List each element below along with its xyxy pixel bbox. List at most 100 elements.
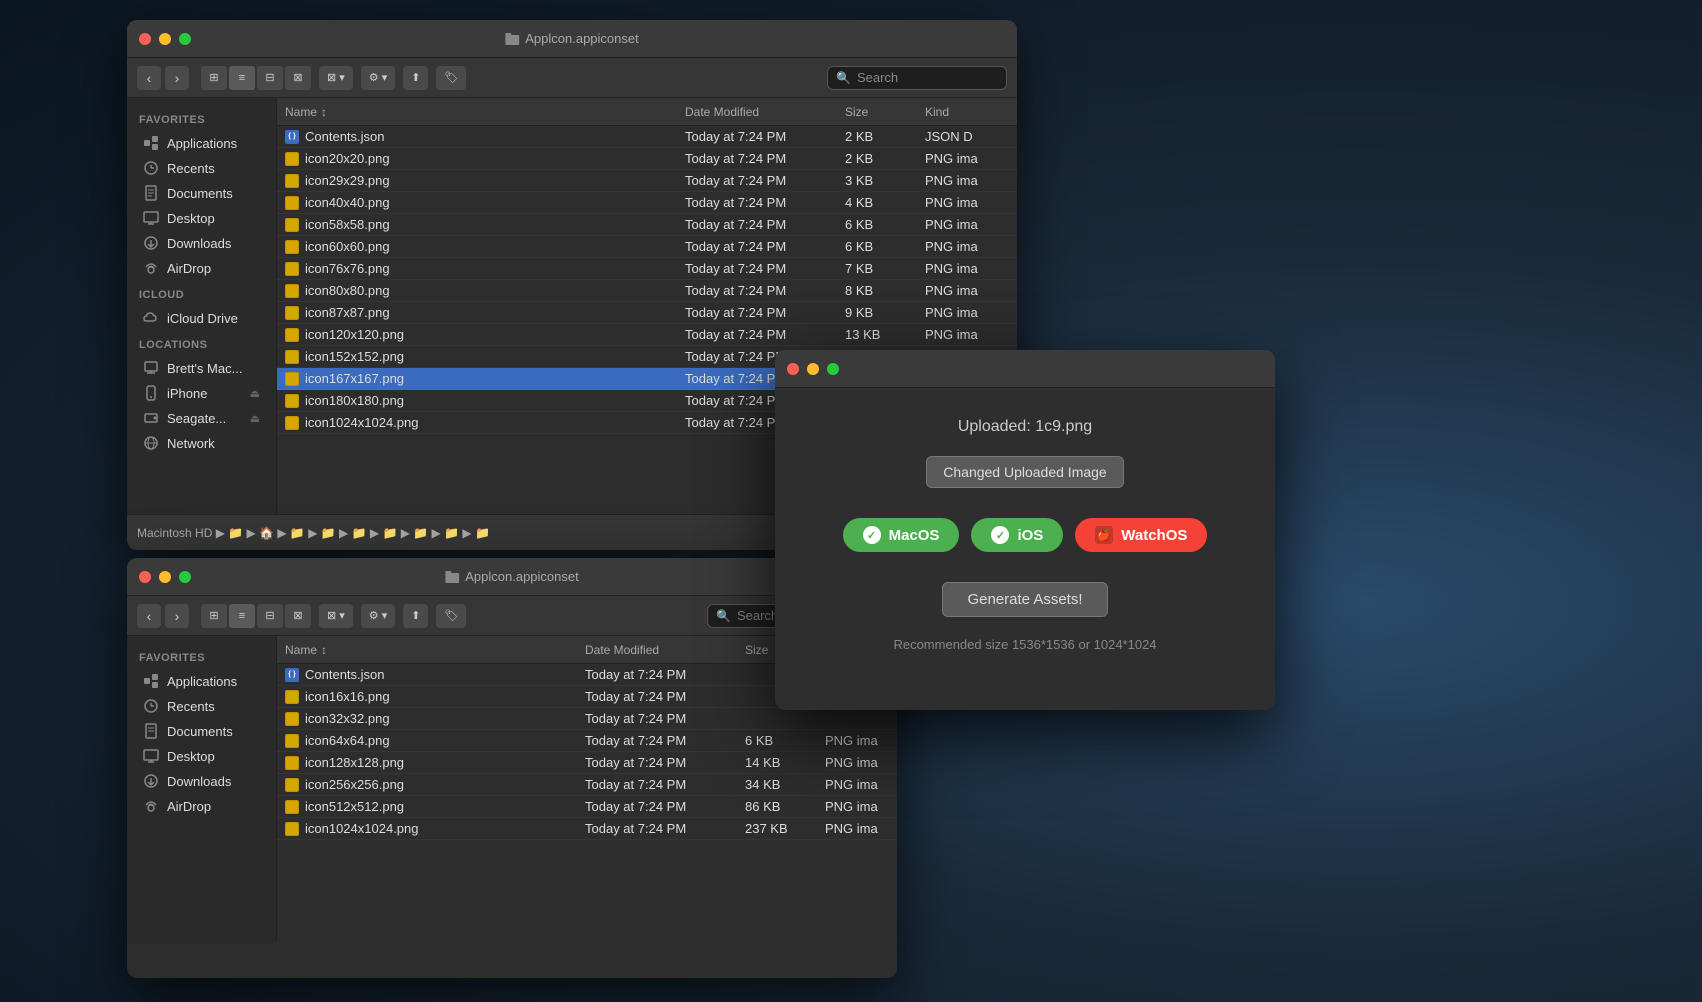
sidebar-item-airdrop-top[interactable]: AirDrop bbox=[131, 256, 272, 280]
sidebar-item-documents-bottom[interactable]: Documents bbox=[131, 719, 272, 743]
minimize-button-top[interactable] bbox=[159, 33, 171, 45]
view-list-bottom[interactable]: ≡ bbox=[229, 604, 255, 628]
traffic-lights-bottom[interactable] bbox=[139, 571, 191, 583]
table-row[interactable]: icon87x87.png Today at 7:24 PM 9 KB PNG … bbox=[277, 302, 1017, 324]
col-modified-bottom[interactable]: Date Modified bbox=[577, 636, 737, 663]
close-button-bottom[interactable] bbox=[139, 571, 151, 583]
table-row[interactable]: icon20x20.png Today at 7:24 PM 2 KB PNG … bbox=[277, 148, 1017, 170]
table-row[interactable]: icon40x40.png Today at 7:24 PM 4 KB PNG … bbox=[277, 192, 1017, 214]
col-name-bottom[interactable]: Name ↕ bbox=[277, 636, 577, 663]
file-modified-cell: Today at 7:24 PM bbox=[677, 283, 837, 298]
minimize-button-app[interactable] bbox=[807, 363, 819, 375]
view-buttons-top[interactable]: ⊞ ≡ ⊟ ⊠ bbox=[201, 66, 311, 90]
sidebar-item-network-top[interactable]: Network bbox=[131, 431, 272, 455]
eject-icon-seagate-top[interactable]: ⏏ bbox=[250, 412, 260, 425]
file-kind-cell: PNG ima bbox=[917, 195, 1017, 210]
table-row[interactable]: icon1024x1024.png Today at 7:24 PM 237 K… bbox=[277, 818, 897, 840]
sidebar-item-bretsmac-top[interactable]: Brett's Mac... bbox=[131, 356, 272, 380]
table-row[interactable]: icon76x76.png Today at 7:24 PM 7 KB PNG … bbox=[277, 258, 1017, 280]
sidebar-item-desktop-bottom[interactable]: Desktop bbox=[131, 744, 272, 768]
maximize-button-bottom[interactable] bbox=[179, 571, 191, 583]
view-list-top[interactable]: ≡ bbox=[229, 66, 255, 90]
generate-assets-button[interactable]: Generate Assets! bbox=[942, 582, 1107, 617]
nav-buttons-bottom[interactable]: ‹ › bbox=[137, 604, 189, 628]
view-icon-bottom[interactable]: ⊞ bbox=[201, 604, 227, 628]
view-buttons-bottom[interactable]: ⊞ ≡ ⊟ ⊠ bbox=[201, 604, 311, 628]
table-row[interactable]: icon120x120.png Today at 7:24 PM 13 KB P… bbox=[277, 324, 1017, 346]
tag-button-top[interactable]: 🏷 bbox=[436, 66, 466, 90]
ios-label: iOS bbox=[1017, 527, 1043, 544]
gear-button-bottom[interactable]: ⚙ ▾ bbox=[361, 604, 395, 628]
traffic-lights-top[interactable] bbox=[139, 33, 191, 45]
col-name-top[interactable]: Name ↕ bbox=[277, 98, 677, 125]
view-gallery-top[interactable]: ⊠ bbox=[285, 66, 311, 90]
sidebar-item-documents-top[interactable]: Documents bbox=[131, 181, 272, 205]
table-row[interactable]: icon58x58.png Today at 7:24 PM 6 KB PNG … bbox=[277, 214, 1017, 236]
back-button-bottom[interactable]: ‹ bbox=[137, 604, 161, 628]
view-column-top[interactable]: ⊟ bbox=[257, 66, 283, 90]
sidebar-item-downloads-bottom[interactable]: Downloads bbox=[131, 769, 272, 793]
eject-icon-iphone-top[interactable]: ⏏ bbox=[250, 387, 260, 400]
table-row[interactable]: icon512x512.png Today at 7:24 PM 86 KB P… bbox=[277, 796, 897, 818]
file-kind-cell: PNG ima bbox=[817, 733, 897, 748]
sidebar-item-applications-top[interactable]: Applications bbox=[131, 131, 272, 155]
png-icon bbox=[285, 394, 299, 408]
minimize-button-bottom[interactable] bbox=[159, 571, 171, 583]
table-row[interactable]: icon32x32.png Today at 7:24 PM bbox=[277, 708, 897, 730]
back-button-top[interactable]: ‹ bbox=[137, 66, 161, 90]
watchos-label: WatchOS bbox=[1121, 527, 1187, 544]
table-row[interactable]: icon64x64.png Today at 7:24 PM 6 KB PNG … bbox=[277, 730, 897, 752]
change-image-button[interactable]: Changed Uploaded Image bbox=[926, 456, 1123, 488]
forward-button-bottom[interactable]: › bbox=[165, 604, 189, 628]
forward-button-top[interactable]: › bbox=[165, 66, 189, 90]
nav-buttons-top[interactable]: ‹ › bbox=[137, 66, 189, 90]
table-row[interactable]: icon256x256.png Today at 7:24 PM 34 KB P… bbox=[277, 774, 897, 796]
search-bar-top[interactable]: 🔍 Search bbox=[827, 66, 1007, 90]
maximize-button-app[interactable] bbox=[827, 363, 839, 375]
gear-button-top[interactable]: ⚙ ▾ bbox=[361, 66, 395, 90]
close-button-app[interactable] bbox=[787, 363, 799, 375]
documents-icon-bottom bbox=[143, 723, 159, 739]
share-button-top[interactable]: ⬆ bbox=[403, 66, 428, 90]
search-icon-bottom: 🔍 bbox=[716, 609, 731, 623]
file-modified-cell: Today at 7:24 PM bbox=[677, 217, 837, 232]
col-modified-top[interactable]: Date Modified bbox=[677, 98, 837, 125]
file-kind-cell: PNG ima bbox=[917, 151, 1017, 166]
view-options-bottom[interactable]: ⊠ ▾ bbox=[319, 604, 353, 628]
sidebar-item-desktop-top[interactable]: Desktop bbox=[131, 206, 272, 230]
ios-button[interactable]: ✓ iOS bbox=[971, 518, 1063, 552]
tag-button-bottom[interactable]: 🏷 bbox=[436, 604, 466, 628]
view-options-top[interactable]: ⊠ ▾ bbox=[319, 66, 353, 90]
file-kind-cell: PNG ima bbox=[917, 327, 1017, 342]
sidebar-item-applications-bottom[interactable]: Applications bbox=[131, 669, 272, 693]
sidebar-item-iphone-top[interactable]: iPhone ⏏ bbox=[131, 381, 272, 405]
sidebar-item-downloads-top[interactable]: Downloads bbox=[131, 231, 272, 255]
view-gallery-bottom[interactable]: ⊠ bbox=[285, 604, 311, 628]
share-button-bottom[interactable]: ⬆ bbox=[403, 604, 428, 628]
view-column-bottom[interactable]: ⊟ bbox=[257, 604, 283, 628]
app-control-window[interactable]: Uploaded: 1c9.png Changed Uploaded Image… bbox=[775, 350, 1275, 710]
view-icon-top[interactable]: ⊞ bbox=[201, 66, 227, 90]
sidebar-item-recents-top[interactable]: Recents bbox=[131, 156, 272, 180]
documents-icon-top bbox=[143, 185, 159, 201]
col-kind-top[interactable]: Kind bbox=[917, 98, 1017, 125]
sidebar-item-airdrop-bottom[interactable]: AirDrop bbox=[131, 794, 272, 818]
macos-button[interactable]: ✓ MacOS bbox=[843, 518, 960, 552]
sidebar-item-recents-bottom[interactable]: Recents bbox=[131, 694, 272, 718]
table-row[interactable]: icon60x60.png Today at 7:24 PM 6 KB PNG … bbox=[277, 236, 1017, 258]
table-row[interactable]: icon29x29.png Today at 7:24 PM 3 KB PNG … bbox=[277, 170, 1017, 192]
watchos-button[interactable]: 🍎 WatchOS bbox=[1075, 518, 1207, 552]
file-name-cell: icon512x512.png bbox=[277, 799, 577, 814]
sidebar-item-seagate-top[interactable]: Seagate... ⏏ bbox=[131, 406, 272, 430]
traffic-lights-app[interactable] bbox=[787, 363, 839, 375]
table-row[interactable]: icon80x80.png Today at 7:24 PM 8 KB PNG … bbox=[277, 280, 1017, 302]
ios-check-icon: ✓ bbox=[991, 526, 1009, 544]
col-size-top[interactable]: Size bbox=[837, 98, 917, 125]
table-row[interactable]: { } Contents.json Today at 7:24 PM 2 KB … bbox=[277, 126, 1017, 148]
table-row[interactable]: icon128x128.png Today at 7:24 PM 14 KB P… bbox=[277, 752, 897, 774]
file-size-cell: 13 KB bbox=[837, 327, 917, 342]
maximize-button-top[interactable] bbox=[179, 33, 191, 45]
close-button-top[interactable] bbox=[139, 33, 151, 45]
sidebar-item-icloud-top[interactable]: iCloud Drive bbox=[131, 306, 272, 330]
mac-icon-top bbox=[143, 360, 159, 376]
